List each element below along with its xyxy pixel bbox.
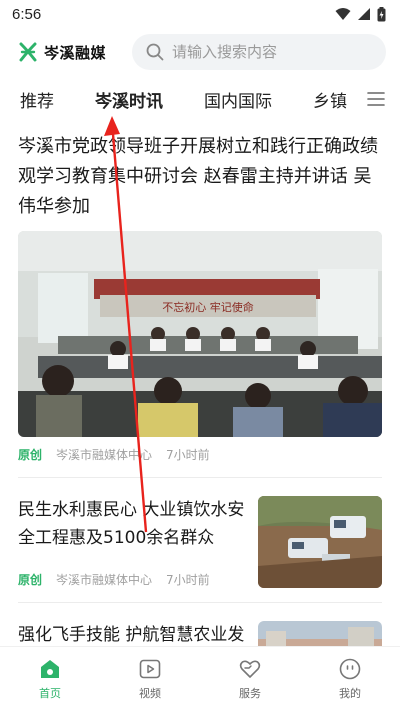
nav-label: 视频 — [139, 687, 161, 700]
original-tag: 原创 — [18, 447, 43, 462]
service-heart-icon — [239, 660, 261, 678]
article-card[interactable]: 民生水利惠民心 大业镇饮水安全工程惠及5100余名群众 原创 岑溪市融媒体中心 … — [0, 478, 400, 588]
article-lead-image[interactable]: 不忘初心 牢记使命 — [18, 231, 382, 437]
article-source: 岑溪市融媒体中心 — [56, 572, 153, 587]
meeting-banner-text: 不忘初心 牢记使命 — [162, 300, 254, 314]
profile-icon — [339, 658, 361, 680]
channel-tab-bar: 推荐 岑溪时讯 国内国际 乡镇 — [0, 78, 400, 120]
article-time: 7小时前 — [166, 572, 210, 587]
nav-video[interactable]: 视频 — [100, 647, 200, 711]
article-source: 岑溪市融媒体中心 — [56, 447, 153, 462]
logo-text: 岑溪融媒 — [44, 43, 107, 62]
tab-domestic-international[interactable]: 国内国际 — [204, 87, 272, 112]
channel-menu-button[interactable] — [352, 78, 400, 120]
battery-icon — [377, 6, 386, 21]
app-header: 岑溪融媒 — [0, 28, 400, 76]
search-input[interactable] — [172, 43, 362, 61]
nav-label: 首页 — [39, 687, 61, 700]
status-bar: 6:56 — [0, 0, 400, 28]
tab-recommend[interactable]: 推荐 — [20, 87, 54, 112]
status-time: 6:56 — [12, 5, 42, 23]
original-tag: 原创 — [18, 572, 43, 587]
nav-service[interactable]: 服务 — [200, 647, 300, 711]
article-text: 民生水利惠民心 大业镇饮水安全工程惠及5100余名群众 原创 岑溪市融媒体中心 … — [18, 496, 258, 588]
article-card[interactable]: 强化飞手技能 护航智慧农业发展 — [0, 603, 400, 650]
video-icon — [139, 659, 161, 679]
signal-icon — [358, 8, 370, 20]
home-icon — [41, 660, 59, 678]
article-thumbnail[interactable] — [258, 496, 382, 588]
nav-label: 我的 — [339, 687, 361, 700]
article-time: 7小时前 — [166, 447, 210, 462]
nav-profile[interactable]: 我的 — [300, 647, 400, 711]
article-title[interactable]: 岑溪市党政领导班子开展树立和践行正确政绩观学习教育集中研讨会 赵春雷主持并讲话 … — [18, 132, 382, 222]
app-logo: 岑溪融媒 — [18, 42, 130, 63]
article-title[interactable]: 民生水利惠民心 大业镇饮水安全工程惠及5100余名群众 — [18, 496, 248, 552]
news-feed: 岑溪市党政领导班子开展树立和践行正确政绩观学习教育集中研讨会 赵春雷主持并讲话 … — [0, 120, 400, 650]
nav-label: 服务 — [239, 687, 261, 700]
status-icons — [335, 6, 386, 22]
article-card-lead[interactable]: 岑溪市党政领导班子开展树立和践行正确政绩观学习教育集中研讨会 赵春雷主持并讲话 … — [0, 120, 400, 463]
search-box[interactable] — [132, 34, 386, 70]
logo-icon — [19, 42, 37, 62]
article-meta: 原创 岑溪市融媒体中心 7小时前 — [18, 445, 382, 463]
menu-icon — [367, 92, 385, 106]
search-icon — [146, 43, 164, 61]
bottom-nav: 首页 视频 服务 我的 — [0, 646, 400, 711]
tab-cenxi-news[interactable]: 岑溪时讯 — [95, 87, 163, 112]
wifi-icon — [335, 8, 351, 20]
tab-towns[interactable]: 乡镇 — [313, 87, 347, 112]
nav-home[interactable]: 首页 — [0, 647, 100, 711]
article-meta: 原创 岑溪市融媒体中心 7小时前 — [18, 570, 248, 588]
